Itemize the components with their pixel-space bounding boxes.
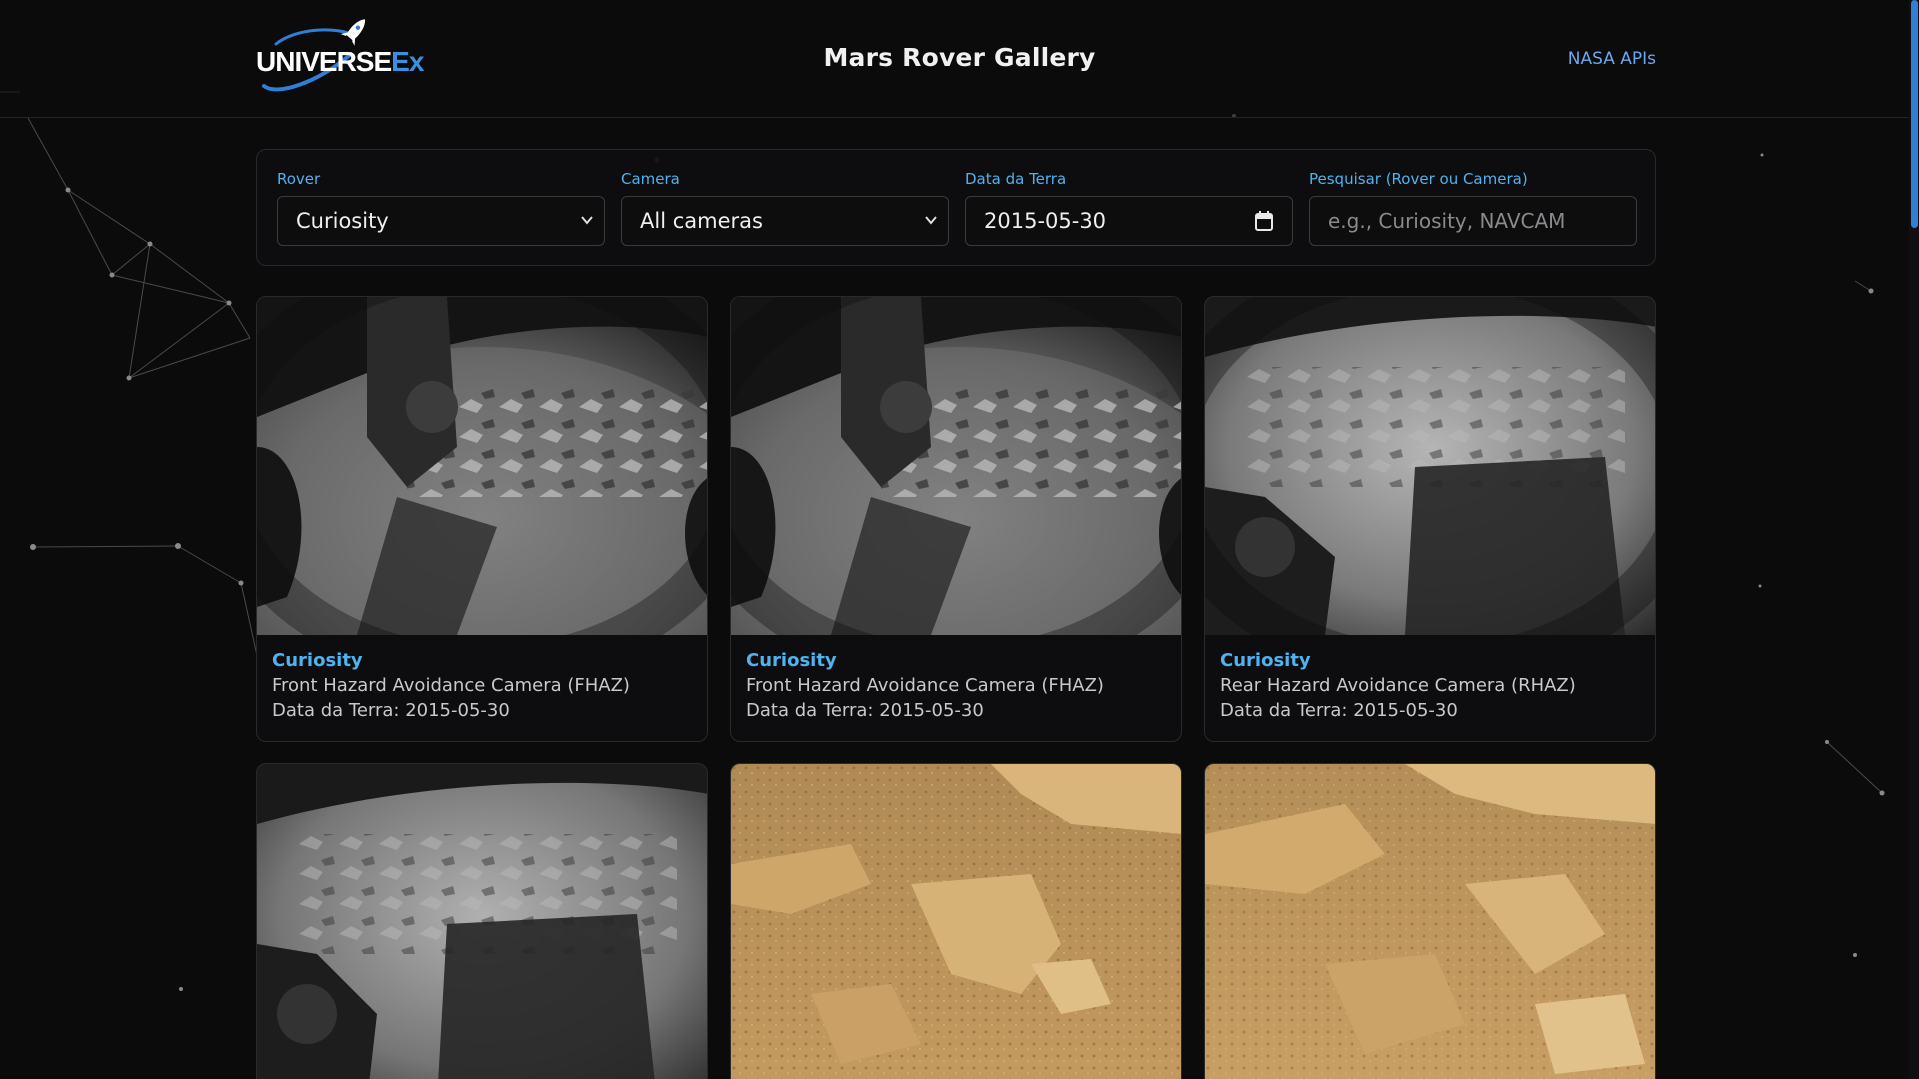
photo-earth-date: Data da Terra: 2015-05-30	[272, 700, 510, 721]
calendar-icon[interactable]	[1254, 210, 1274, 232]
photo-camera-name: Rear Hazard Avoidance Camera (RHAZ)	[1220, 675, 1576, 696]
earth-date-field: Data da Terra 2015-05-30	[965, 170, 1293, 246]
search-placeholder: e.g., Curiosity, NAVCAM	[1328, 209, 1566, 233]
rover-label: Rover	[277, 170, 321, 188]
photo-earth-date: Data da Terra: 2015-05-30	[746, 700, 984, 721]
earth-date-input[interactable]: 2015-05-30	[965, 196, 1293, 246]
nasa-apis-link[interactable]: NASA APIs	[1568, 49, 1656, 69]
scrollbar-thumb[interactable]	[1911, 0, 1918, 228]
rover-photo[interactable]	[731, 764, 1181, 1079]
photo-rover-name: Curiosity	[1220, 650, 1311, 671]
photo-rover-name: Curiosity	[272, 650, 363, 671]
photo-info: Curiosity Front Hazard Avoidance Camera …	[257, 635, 707, 741]
photo-card[interactable]: Curiosity Front Hazard Avoidance Camera …	[730, 296, 1182, 742]
search-label: Pesquisar (Rover ou Camera)	[1309, 170, 1528, 188]
camera-select[interactable]: All cameras	[621, 196, 949, 246]
photo-card[interactable]: Curiosity Front Hazard Avoidance Camera …	[256, 296, 708, 742]
photo-earth-date: Data da Terra: 2015-05-30	[1220, 700, 1458, 721]
photo-card[interactable]	[256, 763, 708, 1079]
photo-card[interactable]: Curiosity Rear Hazard Avoidance Camera (…	[1204, 296, 1656, 742]
camera-select-value: All cameras	[640, 209, 763, 233]
photo-info: Curiosity Front Hazard Avoidance Camera …	[731, 635, 1181, 741]
rover-field: Rover Curiosity	[277, 170, 605, 246]
rover-photo[interactable]	[257, 764, 707, 1079]
photo-camera-name: Front Hazard Avoidance Camera (FHAZ)	[746, 675, 1104, 696]
earth-date-label: Data da Terra	[965, 170, 1067, 188]
photo-card[interactable]	[730, 763, 1182, 1079]
search-input[interactable]: e.g., Curiosity, NAVCAM	[1309, 196, 1637, 246]
photo-camera-name: Front Hazard Avoidance Camera (FHAZ)	[272, 675, 630, 696]
top-header: UNIVERSEEx Mars Rover Gallery NASA APIs	[0, 0, 1919, 118]
chevron-down-icon	[581, 216, 593, 225]
rover-photo[interactable]	[1205, 297, 1655, 635]
rover-select-value: Curiosity	[296, 209, 389, 233]
photo-card[interactable]	[1204, 763, 1656, 1079]
search-field: Pesquisar (Rover ou Camera) e.g., Curios…	[1309, 170, 1637, 246]
filter-panel: Rover Curiosity Camera All cameras Data …	[256, 149, 1656, 266]
earth-date-value: 2015-05-30	[984, 209, 1107, 233]
rover-photo[interactable]	[257, 297, 707, 635]
chevron-down-icon	[925, 216, 937, 225]
photo-info: Curiosity Rear Hazard Avoidance Camera (…	[1205, 635, 1655, 741]
photo-rover-name: Curiosity	[746, 650, 837, 671]
rover-photo[interactable]	[731, 297, 1181, 635]
rover-select[interactable]: Curiosity	[277, 196, 605, 246]
camera-field: Camera All cameras	[621, 170, 949, 246]
camera-label: Camera	[621, 170, 680, 188]
rover-photo[interactable]	[1205, 764, 1655, 1079]
